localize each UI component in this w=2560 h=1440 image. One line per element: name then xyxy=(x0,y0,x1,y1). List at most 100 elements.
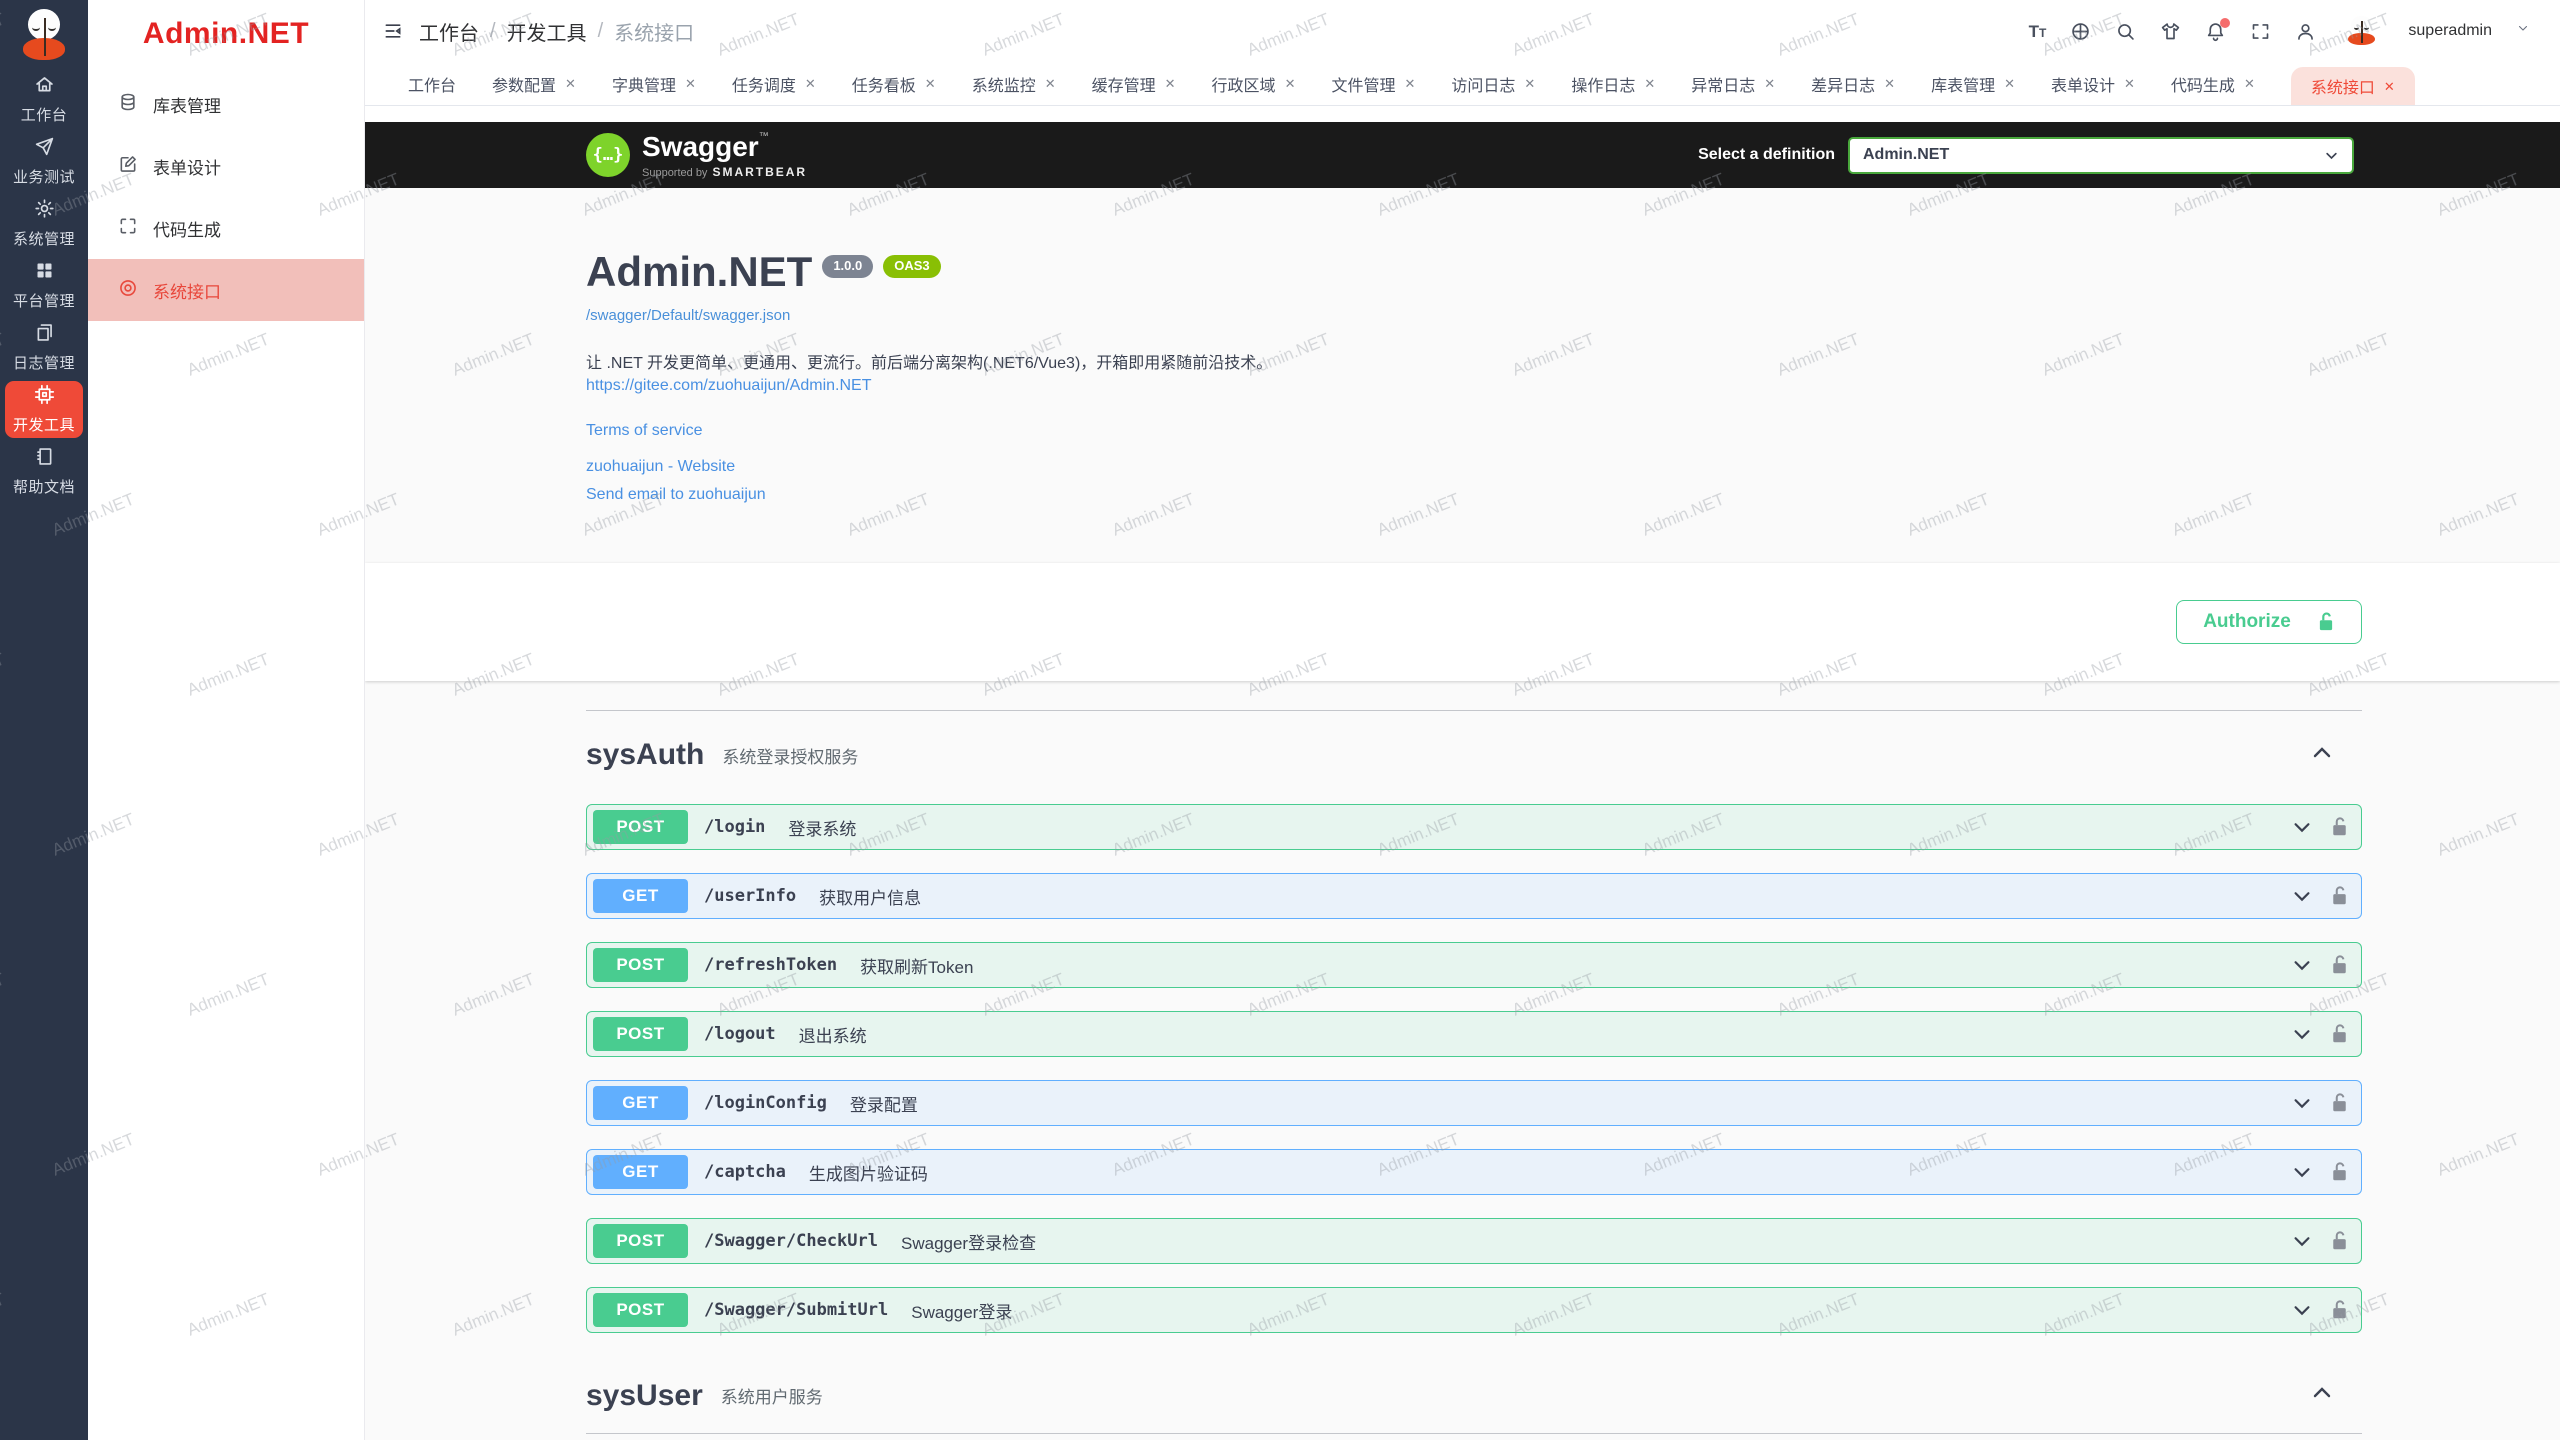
section-header[interactable]: sysUser 系统用户服务 xyxy=(586,1374,2362,1434)
tab[interactable]: 系统接口 ✕ xyxy=(2291,67,2415,105)
collapse-menu-icon[interactable] xyxy=(383,21,403,41)
tab[interactable]: 访问日志 ✕ xyxy=(1451,62,1535,105)
endpoint-row[interactable]: POST /refreshToken 获取刷新Token xyxy=(586,942,2362,988)
bell-icon[interactable] xyxy=(2205,21,2226,42)
endpoint-row[interactable]: POST /Swagger/SubmitUrl Swagger登录 xyxy=(586,1287,2362,1333)
lock-icon[interactable] xyxy=(2330,954,2349,976)
close-tab-icon[interactable]: ✕ xyxy=(685,77,696,90)
lock-icon[interactable] xyxy=(2330,816,2349,838)
tab[interactable]: 库表管理 ✕ xyxy=(1931,62,2015,105)
collapse-section-icon[interactable] xyxy=(2310,741,2334,770)
font-size-icon[interactable]: TT xyxy=(2029,21,2047,42)
close-tab-icon[interactable]: ✕ xyxy=(565,77,576,90)
section-header[interactable]: sysAuth 系统登录授权服务 xyxy=(586,732,2362,778)
tab-label: 系统监控 xyxy=(972,72,1036,96)
user-icon[interactable] xyxy=(2295,21,2316,42)
language-icon[interactable] xyxy=(2070,21,2091,42)
endpoint-row[interactable]: GET /userInfo 获取用户信息 xyxy=(586,873,2362,919)
website-link[interactable]: zuohuaijun - Website xyxy=(586,455,2362,478)
endpoint-row[interactable]: GET /loginConfig 登录配置 xyxy=(586,1080,2362,1126)
tab[interactable]: 工作台 xyxy=(408,62,456,105)
expand-endpoint-icon[interactable] xyxy=(2291,1092,2313,1114)
lock-icon[interactable] xyxy=(2330,1092,2349,1114)
collapse-section-icon[interactable] xyxy=(2310,1381,2334,1410)
lock-icon[interactable] xyxy=(2330,885,2349,907)
lock-icon[interactable] xyxy=(2330,1299,2349,1321)
tab[interactable]: 差异日志 ✕ xyxy=(1811,62,1895,105)
home-icon xyxy=(34,74,55,100)
rail-item[interactable]: 业务测试 xyxy=(5,133,83,190)
theme-icon[interactable] xyxy=(2160,21,2181,42)
close-tab-icon[interactable]: ✕ xyxy=(2244,77,2255,90)
authorize-button[interactable]: Authorize xyxy=(2176,600,2362,644)
tab[interactable]: 异常日志 ✕ xyxy=(1691,62,1775,105)
search-icon[interactable] xyxy=(2115,21,2136,42)
sidebar-item[interactable]: 代码生成 xyxy=(88,197,364,259)
tab[interactable]: 任务看板 ✕ xyxy=(852,62,936,105)
rail-item[interactable]: 日志管理 xyxy=(5,319,83,376)
tab[interactable]: 系统监控 ✕ xyxy=(972,62,1056,105)
lock-icon[interactable] xyxy=(2330,1023,2349,1045)
tab[interactable]: 参数配置 ✕ xyxy=(492,62,576,105)
tab-label: 文件管理 xyxy=(1331,72,1395,96)
tab[interactable]: 表单设计 ✕ xyxy=(2051,62,2135,105)
chevron-down-icon xyxy=(2324,148,2339,163)
sidebar-item[interactable]: 系统接口 xyxy=(88,259,364,321)
close-tab-icon[interactable]: ✕ xyxy=(1165,77,1176,90)
expand-endpoint-icon[interactable] xyxy=(2291,954,2313,976)
tab[interactable]: 字典管理 ✕ xyxy=(612,62,696,105)
unlock-icon xyxy=(2317,611,2335,633)
terms-link[interactable]: Terms of service xyxy=(586,419,2362,442)
expand-endpoint-icon[interactable] xyxy=(2291,816,2313,838)
expand-endpoint-icon[interactable] xyxy=(2291,1161,2313,1183)
breadcrumb-item[interactable]: 系统接口 xyxy=(614,17,694,46)
endpoint-row[interactable]: POST /login 登录系统 xyxy=(586,804,2362,850)
close-tab-icon[interactable]: ✕ xyxy=(925,77,936,90)
method-badge: POST xyxy=(593,1293,688,1327)
rail-item[interactable]: 帮助文档 xyxy=(5,443,83,500)
endpoint-row[interactable]: GET /captcha 生成图片验证码 xyxy=(586,1149,2362,1195)
breadcrumb-item[interactable]: 工作台 xyxy=(419,17,479,46)
fullscreen-icon[interactable] xyxy=(2250,21,2271,42)
email-link[interactable]: Send email to zuohuaijun xyxy=(586,483,2362,506)
breadcrumb-item[interactable]: 开发工具 xyxy=(507,17,587,46)
expand-endpoint-icon[interactable] xyxy=(2291,1023,2313,1045)
close-tab-icon[interactable]: ✕ xyxy=(1764,77,1775,90)
rail-item[interactable]: 开发工具 xyxy=(5,381,83,438)
definition-select[interactable]: Admin.NET xyxy=(1848,137,2354,174)
close-tab-icon[interactable]: ✕ xyxy=(1045,77,1056,90)
endpoint-row[interactable]: POST /logout 退出系统 xyxy=(586,1011,2362,1057)
spec-url-link[interactable]: /swagger/Default/swagger.json xyxy=(586,307,2362,324)
tab[interactable]: 操作日志 ✕ xyxy=(1571,62,1655,105)
rail-item[interactable]: 工作台 xyxy=(5,71,83,128)
tab[interactable]: 缓存管理 ✕ xyxy=(1092,62,1176,105)
tab[interactable]: 任务调度 ✕ xyxy=(732,62,816,105)
close-tab-icon[interactable]: ✕ xyxy=(2004,77,2015,90)
close-tab-icon[interactable]: ✕ xyxy=(2124,77,2135,90)
tab[interactable]: 文件管理 ✕ xyxy=(1331,62,1415,105)
expand-endpoint-icon[interactable] xyxy=(2291,1299,2313,1321)
expand-endpoint-icon[interactable] xyxy=(2291,885,2313,907)
lock-icon[interactable] xyxy=(2330,1161,2349,1183)
close-tab-icon[interactable]: ✕ xyxy=(2384,80,2395,93)
lock-icon[interactable] xyxy=(2330,1230,2349,1252)
rail-item[interactable]: 系统管理 xyxy=(5,195,83,252)
user-avatar[interactable] xyxy=(2346,16,2376,46)
content-area: {…} Swagger™ Supported bySMARTBEAR Selec… xyxy=(365,106,2560,1440)
sidebar-item[interactable]: 表单设计 xyxy=(88,135,364,197)
repo-link[interactable]: https://gitee.com/zuohuaijun/Admin.NET xyxy=(586,377,871,394)
sidebar-item[interactable]: 库表管理 xyxy=(88,73,364,135)
username[interactable]: superadmin xyxy=(2408,22,2492,40)
close-tab-icon[interactable]: ✕ xyxy=(1884,77,1895,90)
expand-endpoint-icon[interactable] xyxy=(2291,1230,2313,1252)
rail-item[interactable]: 平台管理 xyxy=(5,257,83,314)
tab[interactable]: 代码生成 ✕ xyxy=(2171,62,2255,105)
tab[interactable]: 行政区域 ✕ xyxy=(1212,62,1296,105)
endpoint-row[interactable]: POST /Swagger/CheckUrl Swagger登录检查 xyxy=(586,1218,2362,1264)
close-tab-icon[interactable]: ✕ xyxy=(1524,77,1535,90)
close-tab-icon[interactable]: ✕ xyxy=(1285,77,1296,90)
close-tab-icon[interactable]: ✕ xyxy=(1644,77,1655,90)
close-tab-icon[interactable]: ✕ xyxy=(805,77,816,90)
close-tab-icon[interactable]: ✕ xyxy=(1404,77,1415,90)
user-menu-chevron-icon[interactable] xyxy=(2516,21,2537,42)
